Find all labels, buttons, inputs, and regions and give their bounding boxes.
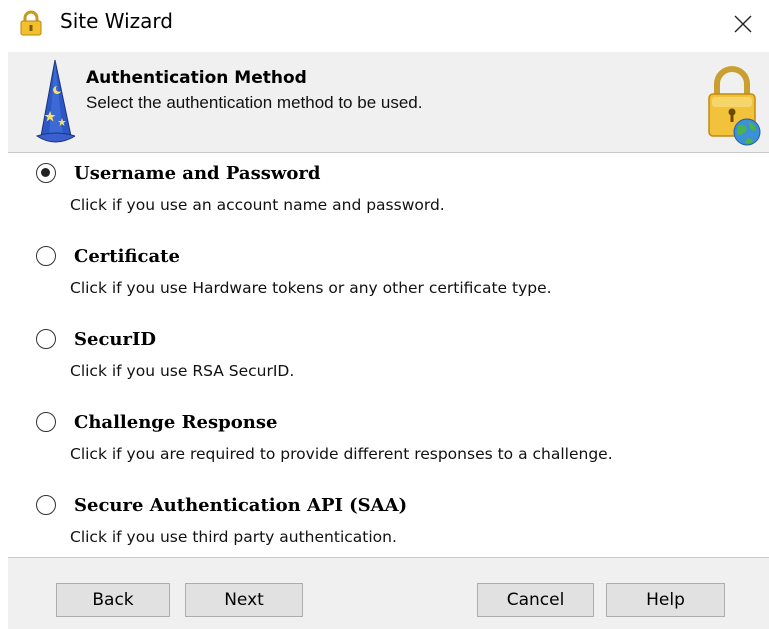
- padlock-icon: [20, 10, 42, 36]
- option-certificate[interactable]: Certificate Click if you use Hardware to…: [36, 235, 756, 305]
- option-username-password[interactable]: Username and Password Click if you use a…: [36, 152, 756, 222]
- wizard-hat-icon: [35, 59, 75, 143]
- option-description: Click if you use RSA SecurID.: [70, 362, 295, 380]
- page-subtitle: Select the authentication method to be u…: [86, 93, 423, 112]
- window-title: Site Wizard: [60, 9, 173, 33]
- option-saa[interactable]: Secure Authentication API (SAA) Click if…: [36, 484, 756, 554]
- radio-dot: [41, 168, 50, 177]
- next-button[interactable]: Next: [185, 583, 303, 617]
- option-description: Click if you use third party authenticat…: [70, 528, 397, 546]
- option-label[interactable]: Certificate: [74, 246, 180, 267]
- option-securid[interactable]: SecurID Click if you use RSA SecurID.: [36, 318, 756, 388]
- title-bar[interactable]: Site Wizard: [0, 0, 769, 52]
- radio-button-selected[interactable]: [36, 163, 56, 183]
- site-wizard-window: Site Wizard Authentication Method Select…: [0, 0, 769, 629]
- radio-button[interactable]: [36, 412, 56, 432]
- option-label[interactable]: SecurID: [74, 329, 156, 350]
- option-description: Click if you use Hardware tokens or any …: [70, 279, 552, 297]
- close-icon: [734, 15, 752, 33]
- radio-button[interactable]: [36, 495, 56, 515]
- page-title: Authentication Method: [86, 68, 307, 88]
- button-bar: Back Next Cancel Help: [8, 557, 769, 629]
- lock-globe-icon: [708, 66, 761, 146]
- option-description: Click if you are required to provide dif…: [70, 445, 613, 463]
- radio-button[interactable]: [36, 329, 56, 349]
- help-button[interactable]: Help: [606, 583, 725, 617]
- option-label[interactable]: Secure Authentication API (SAA): [74, 495, 407, 516]
- header-banner: Authentication Method Select the authent…: [8, 52, 769, 153]
- option-description: Click if you use an account name and pas…: [70, 196, 445, 214]
- back-button[interactable]: Back: [56, 583, 170, 617]
- radio-button[interactable]: [36, 246, 56, 266]
- option-challenge-response[interactable]: Challenge Response Click if you are requ…: [36, 401, 756, 471]
- option-label[interactable]: Username and Password: [74, 163, 320, 184]
- close-button[interactable]: [717, 0, 769, 48]
- option-label[interactable]: Challenge Response: [74, 412, 277, 433]
- cancel-button[interactable]: Cancel: [477, 583, 594, 617]
